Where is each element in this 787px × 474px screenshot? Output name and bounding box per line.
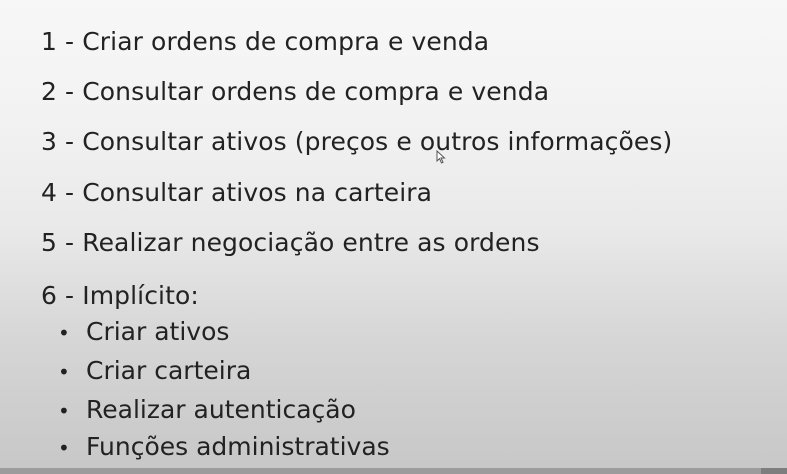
list-item-5: 5 - Realizar negociação entre as ordens <box>41 228 540 257</box>
sub-list-item: • Criar ativos <box>58 317 229 348</box>
sub-list-item-label: Criar carteira <box>86 356 252 385</box>
list-item-2: 2 - Consultar ordens de compra e venda <box>41 77 550 106</box>
video-progress-bar[interactable] <box>0 468 787 474</box>
list-item-4: 4 - Consultar ativos na carteira <box>41 178 433 207</box>
sub-list-item: • Funções administrativas <box>58 432 390 463</box>
bullet-icon: • <box>58 321 70 345</box>
bullet-icon: • <box>58 360 70 384</box>
presentation-slide: 1 - Criar ordens de compra e venda 2 - C… <box>0 0 787 474</box>
list-item-1: 1 - Criar ordens de compra e venda <box>41 27 490 56</box>
bullet-icon: • <box>58 436 70 460</box>
sub-list-item: • Criar carteira <box>58 356 251 387</box>
bullet-icon: • <box>58 399 70 423</box>
sub-list-item: • Realizar autenticação <box>58 395 356 426</box>
sub-list-item-label: Realizar autenticação <box>86 395 356 424</box>
sub-list-item-label: Funções administrativas <box>86 432 390 461</box>
progress-bar-end <box>761 468 787 474</box>
sub-list-item-label: Criar ativos <box>86 317 230 346</box>
list-item-3: 3 - Consultar ativos (preços e outros in… <box>41 127 673 156</box>
list-item-6: 6 - Implícito: <box>41 281 199 310</box>
mouse-pointer-icon <box>436 150 446 164</box>
